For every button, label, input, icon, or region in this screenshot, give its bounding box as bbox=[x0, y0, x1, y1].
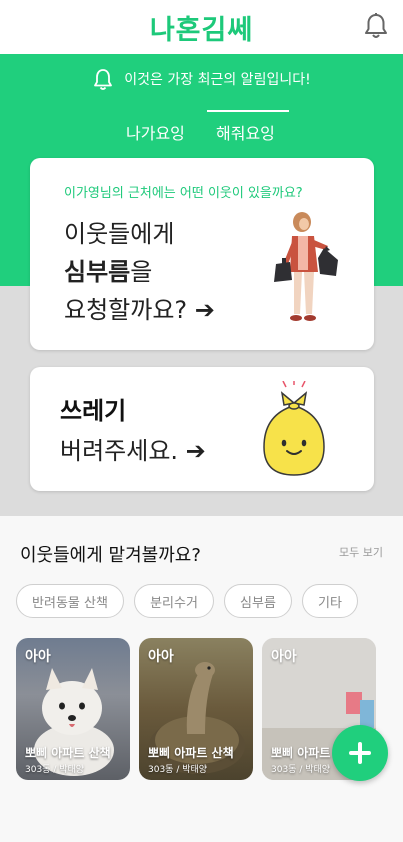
post-title: 뽀삐 아파트 산책 bbox=[25, 746, 111, 760]
category-chip-errand[interactable]: 심부름 bbox=[224, 584, 292, 618]
notice-banner[interactable]: 이것은 가장 최근의 알림입니다! bbox=[0, 66, 403, 92]
category-chip-other[interactable]: 기타 bbox=[302, 584, 358, 618]
post-meta: 303동 / 박태양 bbox=[148, 765, 208, 775]
notice-text: 이것은 가장 최근의 알림입니다! bbox=[124, 72, 311, 88]
errand-card-subtitle: 이가영님의 근처에는 어떤 이웃이 있을까요? bbox=[64, 186, 303, 201]
see-all-link[interactable]: 모두 보기 bbox=[339, 544, 383, 560]
errand-particle: 을 bbox=[130, 258, 153, 286]
post-card[interactable]: 아아 뽀삐 아파트 산책 303동 / 박태양 bbox=[16, 638, 130, 780]
app-logo[interactable]: 나혼김쎄 bbox=[0, 8, 403, 47]
category-chip-recycling[interactable]: 분리수거 bbox=[134, 584, 214, 618]
top-bar: 나혼김쎄 bbox=[0, 0, 403, 54]
tab-requesting[interactable]: 해줘요잉 bbox=[216, 120, 275, 144]
post-meta: 303동 / 박태양 bbox=[25, 765, 85, 775]
trash-disposal-card[interactable]: 쓰레기 버려주세요. ➔ bbox=[30, 367, 374, 491]
post-title: 뽀삐 아파트 산책 bbox=[148, 746, 234, 760]
section-title: 이웃들에게 맡겨볼까요? bbox=[20, 545, 201, 566]
errand-card-line2: 심부름을 bbox=[64, 252, 152, 287]
person-with-trash-bags-illustration bbox=[274, 212, 338, 321]
post-meta: 303동 / 박태양 bbox=[271, 765, 331, 775]
post-tag: 아아 bbox=[148, 649, 174, 665]
post-tag: 아아 bbox=[25, 649, 51, 665]
tab-going[interactable]: 나가요잉 bbox=[126, 120, 185, 144]
smiling-trash-bag-illustration bbox=[263, 381, 325, 476]
errand-request-card[interactable]: 이가영님의 근처에는 어떤 이웃이 있을까요? 이웃들에게 심부름을 요청할까요… bbox=[30, 158, 374, 350]
category-chip-pet-walk[interactable]: 반려동물 산책 bbox=[16, 584, 124, 618]
trash-card-title: 쓰레기 bbox=[60, 397, 127, 425]
main-tabs: 나가요잉 해줘요잉 bbox=[0, 108, 403, 148]
trash-card-subtitle: 버려주세요. ➔ bbox=[60, 437, 206, 465]
bell-icon bbox=[94, 69, 113, 90]
errand-card-line1: 이웃들에게 bbox=[64, 220, 175, 248]
post-card[interactable]: 아아 뽀삐 아파트 산책 303동 / 박태양 bbox=[139, 638, 253, 780]
add-post-button[interactable] bbox=[332, 725, 388, 781]
errand-card-line3: 요청할까요? ➔ bbox=[64, 296, 215, 324]
post-tag: 아아 bbox=[271, 649, 297, 665]
active-tab-indicator bbox=[207, 110, 289, 112]
errand-keyword: 심부름 bbox=[64, 258, 131, 286]
bell-icon[interactable] bbox=[363, 12, 389, 40]
